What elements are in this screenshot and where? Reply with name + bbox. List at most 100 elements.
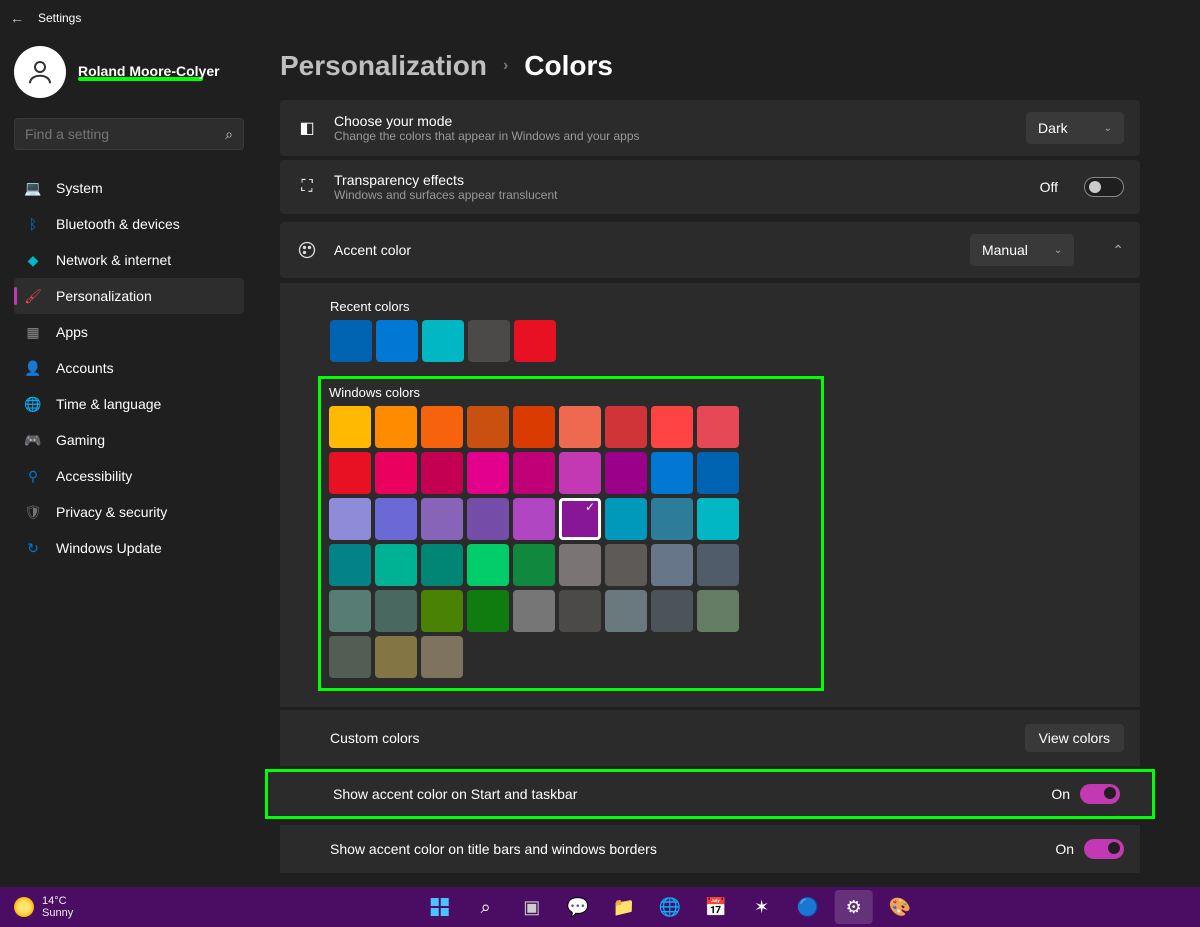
breadcrumb-parent[interactable]: Personalization	[280, 50, 487, 82]
windows-color-swatch[interactable]	[375, 406, 417, 448]
sidebar-item-privacy[interactable]: 🛡Privacy & security	[14, 494, 244, 530]
windows-color-swatch[interactable]	[559, 590, 601, 632]
transparency-row[interactable]: ⛶ Transparency effects Windows and surfa…	[280, 160, 1140, 214]
recent-color-swatch[interactable]	[330, 320, 372, 362]
windows-color-swatch[interactable]	[513, 452, 555, 494]
windows-color-swatch[interactable]	[329, 590, 371, 632]
accent-start-taskbar-toggle[interactable]	[1080, 784, 1120, 804]
windows-color-swatch[interactable]	[467, 590, 509, 632]
windows-color-swatch[interactable]	[467, 544, 509, 586]
taskbar[interactable]: 14°C Sunny ⌕ ▣ 💬 📁 🌐 📅 ✶ 🔵 ⚙ 🎨	[0, 887, 1200, 927]
recent-color-swatch[interactable]	[376, 320, 418, 362]
taskbar-search-icon[interactable]: ⌕	[467, 890, 505, 924]
windows-color-swatch[interactable]	[651, 406, 693, 448]
start-button[interactable]	[421, 890, 459, 924]
breadcrumb-current: Colors	[524, 50, 613, 82]
sidebar-item-network[interactable]: ◆Network & internet	[14, 242, 244, 278]
windows-color-swatch[interactable]	[421, 406, 463, 448]
back-button[interactable]: ←	[10, 10, 24, 26]
accent-titlebars-toggle[interactable]	[1084, 839, 1124, 859]
windows-color-swatch[interactable]	[375, 498, 417, 540]
calendar-icon[interactable]: 📅	[697, 890, 735, 924]
chevron-down-icon: ⌄	[1104, 123, 1112, 134]
windows-color-swatch[interactable]	[329, 406, 371, 448]
recent-colors-row	[330, 320, 1124, 362]
windows-color-swatch[interactable]	[605, 590, 647, 632]
windows-color-swatch[interactable]	[513, 406, 555, 448]
bluetooth-icon: ᛒ	[24, 216, 42, 232]
windows-color-swatch[interactable]	[651, 498, 693, 540]
windows-color-swatch[interactable]	[513, 498, 555, 540]
windows-color-swatch[interactable]	[421, 452, 463, 494]
windows-color-swatch[interactable]	[375, 452, 417, 494]
recent-color-swatch[interactable]	[468, 320, 510, 362]
windows-color-swatch[interactable]	[329, 452, 371, 494]
user-profile[interactable]: Roland Moore-Colyer	[14, 46, 250, 110]
windows-color-swatch[interactable]	[421, 590, 463, 632]
windows-color-swatch[interactable]	[651, 544, 693, 586]
windows-color-swatch[interactable]	[559, 544, 601, 586]
view-colors-button[interactable]: View colors	[1025, 724, 1124, 752]
sun-icon	[14, 897, 34, 917]
sidebar-item-accounts[interactable]: 👤Accounts	[14, 350, 244, 386]
windows-color-swatch[interactable]	[697, 498, 739, 540]
sidebar-item-system[interactable]: 💻System	[14, 170, 244, 206]
accent-start-taskbar-row[interactable]: Show accent color on Start and taskbar O…	[265, 769, 1155, 819]
sidebar-item-personalization[interactable]: 🖌Personalization	[14, 278, 244, 314]
settings-taskbar-icon[interactable]: ⚙	[835, 890, 873, 924]
app-icon-2[interactable]: 🔵	[789, 890, 827, 924]
windows-color-swatch[interactable]	[697, 590, 739, 632]
sidebar-item-bluetooth[interactable]: ᛒBluetooth & devices	[14, 206, 244, 242]
windows-color-swatch[interactable]	[375, 544, 417, 586]
windows-color-swatch[interactable]	[467, 498, 509, 540]
windows-color-swatch[interactable]	[421, 544, 463, 586]
task-view-icon[interactable]: ▣	[513, 890, 551, 924]
windows-color-swatch[interactable]	[421, 498, 463, 540]
custom-colors-row[interactable]: Custom colors View colors	[280, 710, 1140, 766]
transparency-toggle[interactable]	[1084, 177, 1124, 197]
recent-color-swatch[interactable]	[422, 320, 464, 362]
windows-color-swatch[interactable]	[559, 452, 601, 494]
app-icon-1[interactable]: ✶	[743, 890, 781, 924]
paint-icon[interactable]: 🎨	[881, 890, 919, 924]
windows-color-swatch[interactable]	[651, 590, 693, 632]
sidebar-item-gaming[interactable]: 🎮Gaming	[14, 422, 244, 458]
windows-color-swatch[interactable]	[375, 636, 417, 678]
accent-color-header[interactable]: Accent color Manual ⌄ ⌃	[280, 222, 1140, 278]
search-input[interactable]	[25, 126, 225, 142]
windows-color-swatch[interactable]	[329, 498, 371, 540]
windows-color-swatch[interactable]	[605, 498, 647, 540]
windows-color-swatch[interactable]	[559, 406, 601, 448]
sidebar-item-accessibility[interactable]: ⚲Accessibility	[14, 458, 244, 494]
choose-mode-row[interactable]: ◧ Choose your mode Change the colors tha…	[280, 100, 1140, 156]
explorer-icon[interactable]: 📁	[605, 890, 643, 924]
windows-color-swatch[interactable]	[605, 452, 647, 494]
weather-widget[interactable]: 14°C Sunny	[0, 895, 73, 919]
chat-icon[interactable]: 💬	[559, 890, 597, 924]
windows-color-swatch[interactable]	[605, 406, 647, 448]
windows-color-swatch[interactable]	[329, 636, 371, 678]
edge-icon[interactable]: 🌐	[651, 890, 689, 924]
windows-color-swatch[interactable]	[375, 590, 417, 632]
sidebar-item-update[interactable]: ↻Windows Update	[14, 530, 244, 566]
windows-color-swatch[interactable]	[513, 544, 555, 586]
accent-mode-dropdown[interactable]: Manual ⌄	[970, 234, 1074, 266]
sidebar-item-apps[interactable]: ▦Apps	[14, 314, 244, 350]
windows-color-swatch[interactable]	[559, 498, 601, 540]
sidebar-item-time[interactable]: 🌐Time & language	[14, 386, 244, 422]
windows-color-swatch[interactable]	[421, 636, 463, 678]
search-box[interactable]: ⌕	[14, 118, 244, 150]
recent-color-swatch[interactable]	[514, 320, 556, 362]
chevron-up-icon[interactable]: ⌃	[1112, 242, 1124, 259]
mode-dropdown[interactable]: Dark ⌄	[1026, 112, 1124, 144]
accent-titlebars-row[interactable]: Show accent color on title bars and wind…	[280, 825, 1140, 873]
windows-color-swatch[interactable]	[697, 406, 739, 448]
windows-color-swatch[interactable]	[467, 452, 509, 494]
windows-color-swatch[interactable]	[697, 544, 739, 586]
windows-color-swatch[interactable]	[605, 544, 647, 586]
windows-color-swatch[interactable]	[467, 406, 509, 448]
windows-color-swatch[interactable]	[651, 452, 693, 494]
windows-color-swatch[interactable]	[329, 544, 371, 586]
windows-color-swatch[interactable]	[697, 452, 739, 494]
windows-color-swatch[interactable]	[513, 590, 555, 632]
